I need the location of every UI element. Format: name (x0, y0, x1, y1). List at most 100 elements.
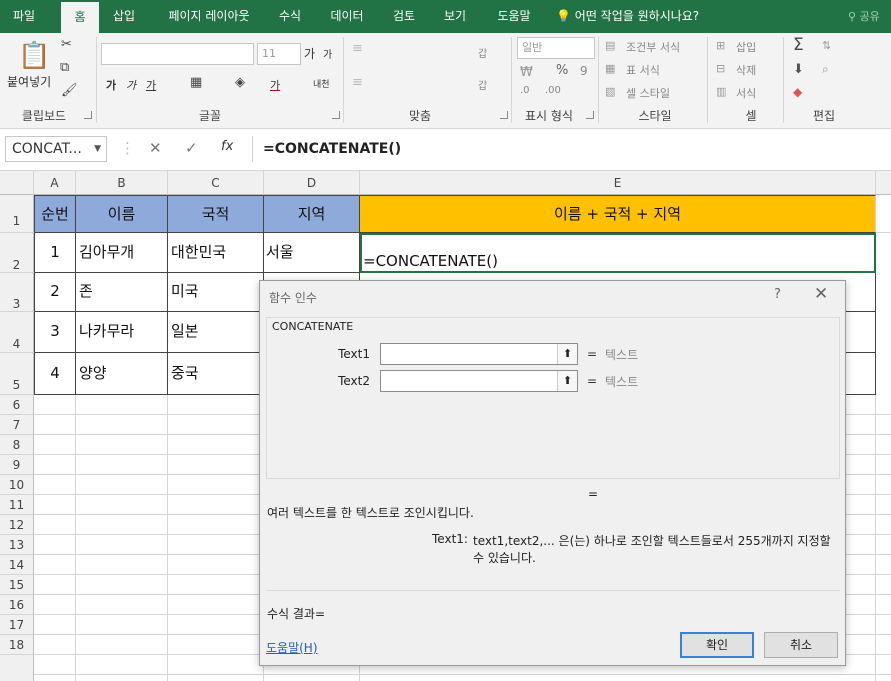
tab-page-layout[interactable]: 페이지 레이아웃 (156, 0, 262, 33)
table-cell-name[interactable]: 김아무개 (76, 233, 168, 273)
find-select-icon[interactable]: ⌕ (822, 62, 829, 77)
insert-cells-button[interactable]: 삽입 (736, 39, 756, 55)
name-box[interactable]: CONCAT... ▼ (5, 136, 107, 162)
sort-filter-icon[interactable]: ⇅ (822, 39, 831, 52)
row-header[interactable]: 8 (0, 435, 34, 455)
collapse-dialog-icon[interactable]: ⬆ (557, 344, 577, 364)
tab-data[interactable]: 데이터 (322, 0, 372, 33)
table-cell-nationality[interactable]: 미국 (168, 273, 264, 312)
tell-me-box[interactable]: 💡 어떤 작업을 원하시나요? (556, 0, 699, 33)
fill-icon[interactable]: ⬇ (793, 62, 804, 77)
currency-icon[interactable]: ₩ (520, 65, 533, 80)
row-header[interactable]: 17 (0, 615, 34, 635)
row-header[interactable]: 10 (0, 475, 34, 495)
table-cell-name[interactable]: 나카무라 (76, 312, 168, 353)
row-header[interactable]: 2 (0, 233, 34, 273)
table-cell-region[interactable]: 서울 (264, 233, 360, 273)
chevron-down-icon[interactable]: ▼ (94, 137, 101, 161)
tab-home[interactable]: 홈 (61, 2, 99, 33)
cell[interactable] (876, 195, 891, 233)
paste-button[interactable]: 붙여넣기 (7, 73, 51, 90)
collapse-dialog-icon[interactable]: ⬆ (557, 371, 577, 391)
row-header[interactable]: 1 (0, 195, 34, 233)
italic-button[interactable]: 가 (126, 77, 136, 93)
help-link[interactable]: 도움말(H) (266, 639, 318, 656)
enter-icon[interactable]: ✓ (185, 139, 198, 157)
delete-cells-button[interactable]: 삭제 (736, 62, 756, 78)
number-format-combo[interactable]: 일반 (517, 37, 595, 59)
header-cell-combined[interactable]: 이름 + 국적 + 지역 (360, 195, 876, 233)
row-header[interactable]: 7 (0, 415, 34, 435)
column-header-e[interactable]: E (360, 171, 876, 195)
active-cell-e2[interactable]: =CONCATENATE() (360, 233, 876, 273)
header-cell-nationality[interactable]: 국적 (168, 195, 264, 233)
row-header[interactable]: 12 (0, 515, 34, 535)
row-header[interactable]: 14 (0, 555, 34, 575)
arg-input-text1[interactable]: ⬆ (380, 343, 578, 365)
arg-input-text2[interactable]: ⬆ (380, 370, 578, 392)
formula-input[interactable]: =CONCATENATE() (252, 136, 891, 162)
alignment-launcher-icon[interactable] (500, 111, 508, 119)
increase-decimal-icon[interactable]: .0 (520, 85, 530, 96)
row-header[interactable]: 5 (0, 353, 34, 395)
format-cells-button[interactable]: 서식 (736, 85, 756, 101)
tab-view[interactable]: 보기 (435, 0, 475, 33)
shrink-font-button[interactable]: 가 (323, 46, 332, 61)
row-header[interactable]: 16 (0, 595, 34, 615)
tab-file[interactable]: 파일 (6, 0, 42, 33)
clear-icon[interactable]: ◆ (793, 85, 802, 99)
column-header-f[interactable] (876, 171, 891, 195)
font-size-combo[interactable]: 11 (257, 43, 301, 65)
row-header[interactable]: 3 (0, 273, 34, 312)
bold-button[interactable]: 가 (106, 77, 116, 93)
font-color-button[interactable]: 가 (270, 77, 280, 93)
cancel-button[interactable]: 취소 (764, 632, 838, 658)
row-header[interactable]: 11 (0, 495, 34, 515)
border-icon[interactable]: ▦ (190, 75, 202, 90)
tab-help[interactable]: 도움말 (489, 0, 539, 33)
format-painter-icon[interactable]: 🖌 (61, 83, 78, 98)
percent-button[interactable]: % (556, 63, 568, 78)
merge-button[interactable]: 갑 (478, 77, 487, 92)
autosum-icon[interactable]: Σ (793, 35, 804, 55)
cancel-icon[interactable]: ✕ (149, 139, 162, 157)
table-cell-nationality[interactable]: 일본 (168, 312, 264, 353)
row-header[interactable]: 6 (0, 395, 34, 415)
column-header-b[interactable]: B (76, 171, 168, 195)
table-cell-seq[interactable]: 4 (34, 353, 76, 395)
column-header-d[interactable]: D (264, 171, 360, 195)
table-cell-name[interactable]: 존 (76, 273, 168, 312)
table-cell-seq[interactable]: 3 (34, 312, 76, 353)
insert-function-button[interactable]: fx (221, 139, 233, 154)
table-cell-seq[interactable]: 1 (34, 233, 76, 273)
copy-icon[interactable]: ⧉ (60, 60, 69, 75)
column-header-c[interactable]: C (168, 171, 264, 195)
cell-styles-button[interactable]: 셀 스타일 (626, 85, 670, 101)
header-cell-region[interactable]: 지역 (264, 195, 360, 233)
row-header[interactable]: 4 (0, 312, 34, 353)
header-cell-seq[interactable]: 순번 (34, 195, 76, 233)
tab-review[interactable]: 검토 (384, 0, 424, 33)
font-launcher-icon[interactable] (332, 111, 340, 119)
paste-icon[interactable]: 📋 (18, 41, 50, 71)
row-header[interactable]: 18 (0, 635, 34, 655)
tab-insert[interactable]: 삽입 (104, 0, 144, 33)
row-header[interactable] (0, 655, 34, 681)
row-header[interactable]: 15 (0, 575, 34, 595)
row-header[interactable]: 9 (0, 455, 34, 475)
table-cell-name[interactable]: 양양 (76, 353, 168, 395)
ok-button[interactable]: 확인 (680, 632, 754, 658)
table-cell-nationality[interactable]: 대한민국 (168, 233, 264, 273)
row-header[interactable]: 13 (0, 535, 34, 555)
grow-font-button[interactable]: 가 (304, 45, 315, 62)
comma-button[interactable]: 9 (580, 64, 588, 78)
phonetic-button[interactable]: 내천 (313, 77, 330, 90)
help-icon[interactable]: ? (774, 287, 781, 302)
fill-color-icon[interactable]: ◈ (235, 75, 245, 90)
clipboard-launcher-icon[interactable] (84, 111, 92, 119)
header-cell-name[interactable]: 이름 (76, 195, 168, 233)
decrease-decimal-icon[interactable]: .00 (545, 85, 561, 96)
share-button[interactable]: ⚲ 공유 (848, 8, 880, 24)
table-cell-nationality[interactable]: 중국 (168, 353, 264, 395)
conditional-format-button[interactable]: 조건부 서식 (626, 39, 680, 55)
